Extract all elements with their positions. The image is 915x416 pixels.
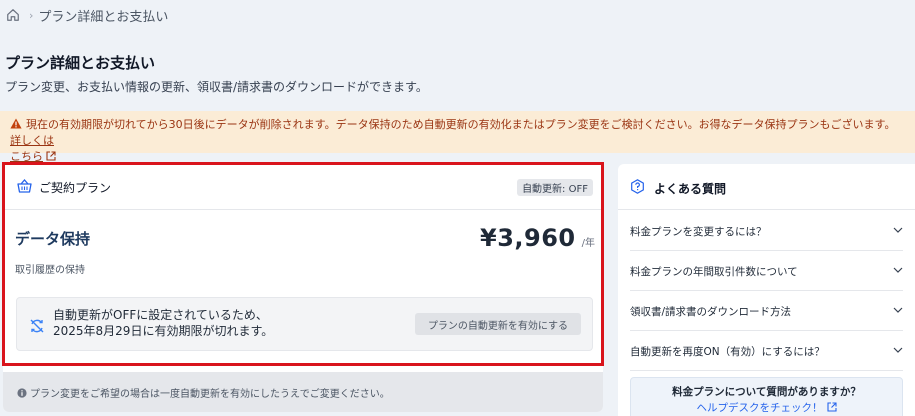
enable-auto-renew-button[interactable]: プランの自動更新を有効にする [415, 313, 581, 335]
faq-title: よくある質問 [654, 182, 727, 196]
auto-renew-status-badge: 自動更新: OFF [517, 179, 593, 196]
plan-change-note: プラン変更をご希望の場合は一度自動更新を有効にしたうえでご変更ください。 [3, 372, 603, 412]
faq-item-change-plan[interactable]: 料金プランを変更するには？ [630, 210, 903, 251]
faq-header: よくある質問 [618, 164, 915, 210]
page-title: プラン詳細とお支払い [5, 54, 156, 72]
chevron-down-icon [893, 227, 903, 233]
price-amount: ¥3,960 [480, 224, 576, 252]
chevron-down-icon [893, 307, 903, 313]
page-description: プラン変更、お支払い情報の更新、領収書/請求書のダウンロードができます。 [5, 80, 428, 94]
sync-off-icon [30, 319, 44, 333]
external-link-icon [46, 151, 56, 161]
chevron-down-icon [893, 267, 903, 273]
faq-item-reenable-auto-renew[interactable]: 自動更新を再度ON（有効）にするには？ [630, 330, 903, 371]
warning-message: 現在の有効期限が切れてから30日後にデータが削除されます。データ保持のため自動更… [26, 118, 896, 131]
auto-renew-notice: 自動更新がOFFに設定されているため、 2025年8月29日に有効期限が切れます。… [16, 297, 593, 351]
plan-price: ¥3,960 /年 [480, 224, 595, 252]
warning-icon [10, 118, 22, 129]
question-icon [631, 179, 644, 194]
plan-description: 取引履歴の保持 [15, 265, 85, 276]
auto-renew-message: 自動更新がOFFに設定されているため、 2025年8月29日に有効期限が切れます。 [53, 308, 274, 338]
faq-item-download-receipt[interactable]: 領収書/請求書のダウンロード方法 [630, 290, 903, 331]
breadcrumb: › プラン詳細とお支払い [6, 6, 169, 25]
breadcrumb-current: プラン詳細とお支払い [38, 9, 169, 25]
plan-name: データ保持 [15, 230, 91, 248]
info-icon [17, 388, 27, 398]
chevron-down-icon [893, 347, 903, 353]
chevron-right-icon: › [29, 8, 34, 22]
home-icon[interactable] [6, 8, 20, 22]
warning-banner: 現在の有効期限が切れてから30日後にデータが削除されます。データ保持のため自動更… [0, 111, 915, 163]
price-unit: /年 [581, 238, 595, 249]
contract-card-title: ご契約プラン [39, 181, 112, 195]
helpdesk-box: 料金プランについて質問がありますか？ ヘルプデスクをチェック！ [630, 377, 903, 416]
helpdesk-question: 料金プランについて質問がありますか？ [672, 386, 861, 398]
faq-panel: よくある質問 料金プランを変更するには？ 料金プランの年間取引件数について 領収… [618, 164, 915, 416]
contract-plan-card: ご契約プラン 自動更新: OFF データ保持 取引履歴の保持 ¥3,960 /年… [3, 164, 603, 412]
basket-icon [17, 179, 32, 193]
helpdesk-link[interactable]: ヘルプデスクをチェック！ [697, 402, 837, 414]
faq-item-annual-transactions[interactable]: 料金プランの年間取引件数について [630, 250, 903, 291]
contract-card-header: ご契約プラン 自動更新: OFF [3, 164, 603, 210]
external-link-icon [826, 402, 837, 412]
